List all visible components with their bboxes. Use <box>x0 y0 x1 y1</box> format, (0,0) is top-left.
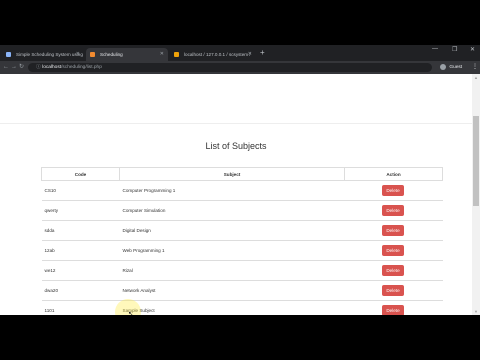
cell-code: qwerty <box>41 200 120 221</box>
profile-button[interactable]: Guest <box>440 63 462 72</box>
tab-strip: Simple Scheduling System using ✕ Schedul… <box>0 45 480 61</box>
close-icon[interactable]: ✕ <box>160 48 164 61</box>
close-icon[interactable]: ✕ <box>76 48 80 61</box>
reload-icon[interactable]: ↻ <box>19 63 24 72</box>
table-row: 12ab Web Programming 1 Delete <box>41 240 443 261</box>
column-header-subject: Subject <box>119 167 345 181</box>
menu-icon[interactable]: ⋮ <box>472 63 478 72</box>
scrollbar-thumb[interactable] <box>473 116 479 206</box>
url-host: localhost <box>42 65 62 70</box>
tab-scheduling[interactable]: Scheduling ✕ <box>86 48 168 61</box>
delete-button[interactable]: Delete <box>382 305 404 315</box>
delete-button[interactable]: Delete <box>382 285 404 296</box>
tab-label: localhost / 127.0.0.1 / scsystem / <box>184 52 251 57</box>
new-tab-icon[interactable]: + <box>260 48 265 58</box>
table-row: sdda Digital Design Delete <box>41 220 443 241</box>
forward-arrow-icon[interactable]: → <box>11 63 17 72</box>
cell-subject: Computer Simulation <box>119 200 345 221</box>
scroll-up-icon[interactable]: ▲ <box>473 75 479 80</box>
cell-subject: Sample Subject <box>119 300 345 315</box>
table-row: CS10 Computer Programming 1 Delete <box>41 180 443 201</box>
cell-code: 1101 <box>41 300 120 315</box>
browser-window: Simple Scheduling System using ✕ Schedul… <box>0 45 480 315</box>
cell-subject: Web Programming 1 <box>119 240 345 261</box>
profile-label: Guest <box>449 65 463 70</box>
delete-button[interactable]: Delete <box>382 225 404 236</box>
address-bar[interactable]: ⓘ localhost/scheduling/list.php <box>28 63 432 72</box>
cell-subject: Network Analyst <box>119 280 345 301</box>
window-close-icon[interactable]: ✕ <box>470 46 475 53</box>
delete-button[interactable]: Delete <box>382 185 404 196</box>
cell-subject: Computer Programming 1 <box>119 180 345 201</box>
cell-code: sdda <box>41 220 120 241</box>
tab-phpmyadmin[interactable]: localhost / 127.0.0.1 / scsystem / ✕ <box>170 48 256 61</box>
column-header-code: Code <box>41 167 120 181</box>
cell-code: CS10 <box>41 180 120 201</box>
subjects-table: Code Subject Action CS10 Computer Progra… <box>41 167 443 315</box>
delete-button[interactable]: Delete <box>382 205 404 216</box>
delete-button[interactable]: Delete <box>382 245 404 256</box>
table-row: dwa20 Network Analyst Delete <box>41 280 443 301</box>
tab-label: Simple Scheduling System using <box>16 52 83 57</box>
tab-label: Scheduling <box>100 52 123 57</box>
close-icon[interactable]: ✕ <box>248 48 252 61</box>
page-favicon-icon <box>90 52 95 57</box>
browser-toolbar: ← → ↻ ⓘ localhost/scheduling/list.php Gu… <box>0 61 480 74</box>
table-row: we12 Rizal Delete <box>41 260 443 281</box>
tab-simple-scheduling[interactable]: Simple Scheduling System using ✕ <box>2 48 84 61</box>
restore-icon[interactable]: ❐ <box>452 46 457 53</box>
table-row: 1101 Sample Subject Delete <box>41 300 443 315</box>
vertical-scrollbar[interactable]: ▲ ▼ <box>472 74 480 315</box>
back-arrow-icon[interactable]: ← <box>3 63 9 72</box>
minimize-icon[interactable]: — <box>432 46 438 52</box>
column-header-action: Action <box>344 167 443 181</box>
cell-subject: Rizal <box>119 260 345 281</box>
delete-button[interactable]: Delete <box>382 265 404 276</box>
table-row: qwerty Computer Simulation Delete <box>41 200 443 221</box>
cell-code: dwa20 <box>41 280 120 301</box>
globe-icon <box>6 52 11 57</box>
cell-code: 12ab <box>41 240 120 261</box>
guest-avatar-icon <box>440 63 446 70</box>
table-header-row: Code Subject Action <box>41 167 443 181</box>
mouse-pointer-icon: ↖ <box>128 311 134 315</box>
cell-code: we12 <box>41 260 120 281</box>
scroll-down-icon[interactable]: ▼ <box>473 309 479 314</box>
url-path: /scheduling/list.php <box>61 65 102 70</box>
divider <box>0 123 472 124</box>
phpmyadmin-icon <box>174 52 179 57</box>
page-title: List of Subjects <box>205 141 267 151</box>
page-content: List of Subjects Code Subject Action CS1… <box>0 74 472 315</box>
cell-subject: Digital Design <box>119 220 345 241</box>
